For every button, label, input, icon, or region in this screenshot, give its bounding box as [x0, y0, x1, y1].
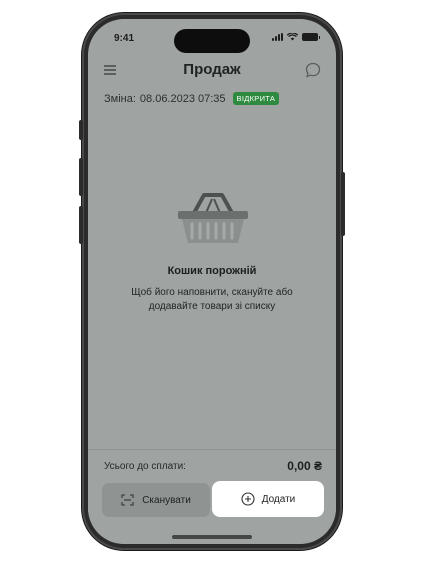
scan-icon [121, 494, 134, 506]
wifi-icon [287, 33, 298, 41]
app-header: Продаж [88, 55, 336, 85]
total-label: Усього до сплати: [104, 461, 186, 472]
plus-circle-icon [241, 492, 255, 506]
scan-button[interactable]: Сканувати [102, 483, 210, 517]
status-time: 9:41 [114, 33, 135, 44]
add-button-label: Додати [261, 493, 296, 505]
shift-datetime: 08.06.2023 07:35 [139, 92, 226, 105]
status-icons [272, 33, 320, 41]
chat-icon[interactable] [304, 61, 322, 79]
phone-side-button [79, 120, 83, 140]
phone-volume-up [79, 158, 83, 196]
empty-cart-title: Кошик порожній [167, 265, 257, 277]
basket-icon [178, 193, 248, 243]
scan-button-label: Сканувати [142, 494, 191, 506]
shift-label: Зміна: [104, 92, 136, 105]
phone-power-button [341, 172, 345, 236]
page-title: Продаж [183, 61, 241, 78]
add-button[interactable]: Додати [212, 481, 324, 517]
shift-status-badge: ВІДКРИТА [232, 92, 280, 105]
battery-icon [302, 33, 320, 41]
dynamic-island [174, 29, 250, 53]
checkout-footer: Усього до сплати: 0,00 ₴ Сканувати Додат… [88, 449, 336, 544]
app-screen: 9:41 Продаж Зміна: 08.06.2023 07:35 ВІДК… [88, 19, 336, 544]
home-indicator [172, 535, 252, 539]
status-bar: 9:41 [88, 19, 336, 53]
shift-info: Зміна: 08.06.2023 07:35 ВІДКРИТА [104, 92, 280, 105]
total-value: 0,00 ₴ [287, 459, 322, 473]
phone-volume-down [79, 206, 83, 244]
signal-icon [272, 33, 283, 41]
empty-cart-description: Щоб його наповнити, скануйте або додавай… [131, 287, 293, 312]
